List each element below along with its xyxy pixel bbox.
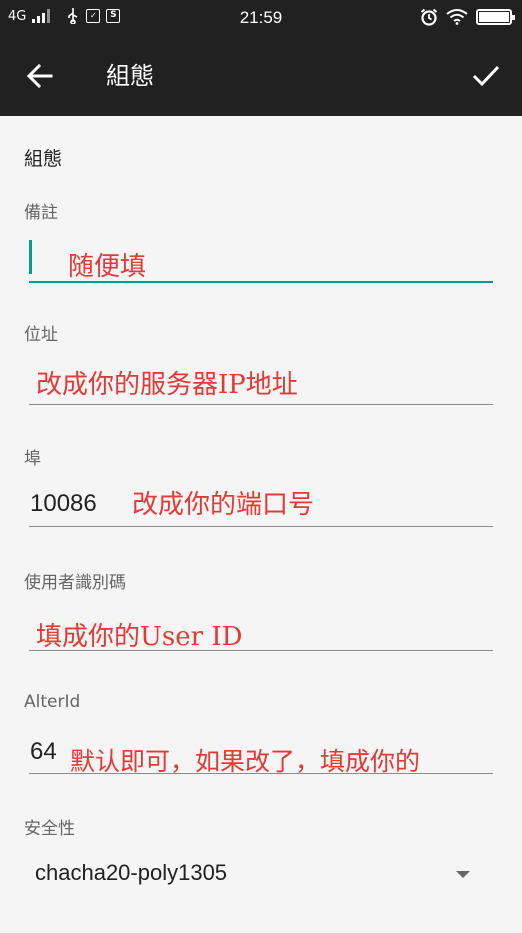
remark-annotation: 随便填 bbox=[68, 252, 147, 282]
port-value: 10086 bbox=[30, 490, 97, 517]
status-right bbox=[420, 8, 515, 26]
back-button[interactable] bbox=[22, 60, 58, 92]
address-label: 位址 bbox=[24, 325, 58, 345]
save-button[interactable] bbox=[468, 60, 504, 92]
section-title: 組態 bbox=[24, 148, 63, 170]
triangle-down-icon bbox=[456, 871, 470, 878]
text-cursor bbox=[29, 240, 32, 274]
arrow-back-icon bbox=[27, 64, 53, 88]
user-id-annotation: 填成你的User ID bbox=[36, 622, 243, 652]
alter-id-underline bbox=[29, 773, 493, 774]
port-label: 埠 bbox=[24, 449, 41, 469]
alter-id-value: 64 bbox=[30, 738, 57, 765]
user-id-label: 使用者識別碼 bbox=[24, 573, 126, 593]
port-annotation: 改成你的端口号 bbox=[132, 490, 315, 520]
wifi-icon bbox=[446, 9, 468, 25]
user-id-underline bbox=[29, 650, 493, 651]
address-annotation: 改成你的服务器IP地址 bbox=[36, 370, 298, 400]
alarm-icon bbox=[420, 8, 438, 26]
status-bar: 4G ✓ S 21:59 bbox=[0, 0, 522, 36]
page-title: 組態 bbox=[106, 62, 154, 90]
alter-id-label: AlterId bbox=[24, 692, 81, 712]
battery-icon bbox=[476, 9, 515, 25]
remark-label: 備註 bbox=[24, 203, 58, 223]
address-underline bbox=[29, 404, 493, 405]
app-bar: 組態 bbox=[0, 36, 522, 116]
check-icon bbox=[472, 65, 500, 87]
security-selected-value: chacha20-poly1305 bbox=[35, 860, 228, 885]
port-underline bbox=[29, 526, 493, 527]
security-label: 安全性 bbox=[24, 819, 75, 839]
remark-underline bbox=[29, 281, 493, 283]
